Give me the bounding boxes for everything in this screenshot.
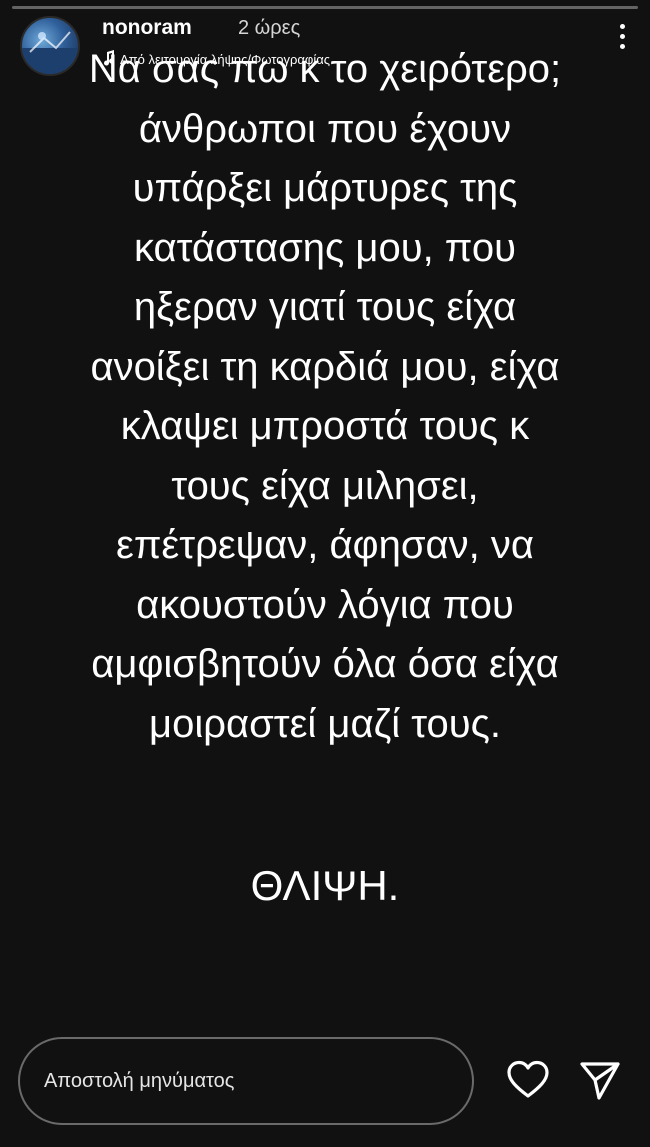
story-progress-bar (12, 6, 638, 9)
story-line: μοιραστεί μαζί τους. (149, 701, 501, 746)
story-line: αμφισβητούν όλα όσα είχα (91, 642, 559, 686)
reply-input[interactable]: Αποστολή μηνύματος (18, 1037, 474, 1125)
reply-placeholder: Αποστολή μηνύματος (44, 1070, 235, 1092)
timestamp: 2 ώρες (238, 17, 301, 39)
story-line: κλαψει μπροστά τους κ (120, 404, 530, 448)
username[interactable]: nonoram (102, 16, 192, 40)
like-button[interactable] (506, 1060, 550, 1100)
story-line: ανοίξει τη καρδιά μου, είχα (90, 344, 560, 389)
send-button[interactable] (578, 1058, 622, 1102)
story-line: επέτρεψαν, άφησαν, να (116, 523, 534, 567)
story-line: Να σας πω κ το χειρότερο; (88, 47, 562, 91)
story-line: ηξεραν γιατί τους είχα (133, 285, 517, 329)
story-line: άνθρωποι που έχουν (138, 106, 512, 151)
heart-icon (507, 1060, 549, 1098)
story-text: Να σας πω κ το χειρότερο; άνθρωποι που έ… (0, 40, 650, 754)
story-line: τους είχα μιλησει, (171, 463, 479, 508)
story-line: ακουστούν λόγια που (136, 582, 514, 627)
story-title: ΘΛΙΨΗ. (250, 862, 400, 909)
story-line: κατάστασης μου, που (134, 225, 516, 270)
send-icon (580, 1062, 620, 1100)
story-line: υπάρξει μάρτυρες της (132, 166, 518, 210)
